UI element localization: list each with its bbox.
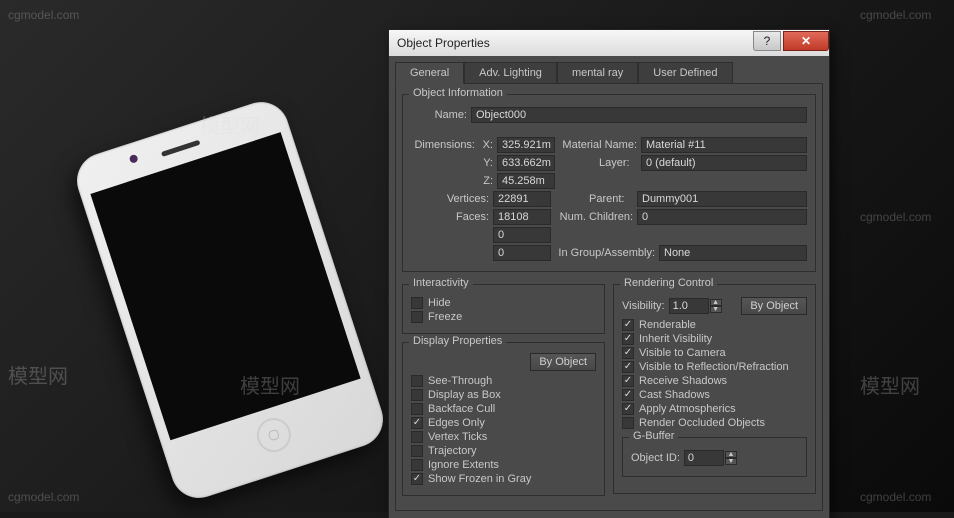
- tab-user-defined[interactable]: User Defined: [638, 62, 732, 84]
- g-buffer-group: G-Buffer Object ID: ▲▼: [622, 437, 807, 477]
- group-title: G-Buffer: [629, 430, 678, 442]
- dialog-titlebar[interactable]: Object Properties ? ✕: [389, 30, 829, 56]
- vertex-ticks-checkbox[interactable]: Vertex Ticks: [411, 431, 596, 443]
- spin-up-icon[interactable]: ▲: [725, 451, 737, 458]
- object-id-spinner[interactable]: ▲▼: [684, 450, 737, 466]
- interactivity-group: Interactivity Hide Freeze: [402, 284, 605, 334]
- visibility-spinner[interactable]: ▲▼: [669, 298, 722, 314]
- name-label: Name:: [411, 109, 467, 121]
- cast-shadows-checkbox[interactable]: Cast Shadows: [622, 389, 807, 401]
- renderable-checkbox[interactable]: Renderable: [622, 319, 807, 331]
- dim-z: 45.258m: [497, 173, 555, 189]
- ignore-extents-checkbox[interactable]: Ignore Extents: [411, 459, 596, 471]
- display-by-object-button[interactable]: By Object: [530, 353, 596, 371]
- in-group-label: In Group/Assembly:: [555, 247, 655, 259]
- dialog-title: Object Properties: [397, 36, 490, 50]
- spin-up-icon[interactable]: ▲: [710, 299, 722, 306]
- dimensions-label: Dimensions:: [411, 139, 475, 151]
- tab-adv-lighting[interactable]: Adv. Lighting: [464, 62, 557, 84]
- parent-label: Parent:: [555, 193, 633, 205]
- edges-only-checkbox[interactable]: Edges Only: [411, 417, 596, 429]
- spin-down-icon[interactable]: ▼: [710, 306, 722, 313]
- freeze-checkbox[interactable]: Freeze: [411, 311, 596, 323]
- hide-checkbox[interactable]: Hide: [411, 297, 596, 309]
- object-properties-dialog: Object Properties ? ✕ General Adv. Light…: [389, 30, 829, 518]
- tab-mental-ray[interactable]: mental ray: [557, 62, 638, 84]
- extra-value-1: 0: [493, 227, 551, 243]
- rendering-by-object-button[interactable]: By Object: [741, 297, 807, 315]
- receive-shadows-checkbox[interactable]: Receive Shadows: [622, 375, 807, 387]
- tab-general[interactable]: General: [395, 62, 464, 84]
- visibility-label: Visibility:: [622, 300, 665, 312]
- close-button[interactable]: ✕: [783, 31, 829, 51]
- x-label: X:: [479, 139, 493, 151]
- help-button[interactable]: ?: [753, 31, 781, 51]
- object-information-group: Object Information Name: Object000 Dimen…: [402, 94, 816, 272]
- layer-label: Layer:: [559, 157, 637, 169]
- y-label: Y:: [479, 157, 493, 169]
- material-label: Material Name:: [559, 139, 637, 151]
- vertices-value: 22891: [493, 191, 551, 207]
- parent-value: Dummy001: [637, 191, 807, 207]
- faces-value: 18108: [493, 209, 551, 225]
- visible-to-camera-checkbox[interactable]: Visible to Camera: [622, 347, 807, 359]
- phone-model: [70, 95, 390, 505]
- visible-to-reflection-checkbox[interactable]: Visible to Reflection/Refraction: [622, 361, 807, 373]
- display-as-box-checkbox[interactable]: Display as Box: [411, 389, 596, 401]
- layer-name: 0 (default): [641, 155, 807, 171]
- render-occluded-checkbox[interactable]: Render Occluded Objects: [622, 417, 807, 429]
- group-title: Object Information: [409, 87, 507, 99]
- children-label: Num. Children:: [555, 211, 633, 223]
- z-label: Z:: [479, 175, 493, 187]
- material-name: Material #11: [641, 137, 807, 153]
- backface-cull-checkbox[interactable]: Backface Cull: [411, 403, 596, 415]
- faces-label: Faces:: [411, 211, 489, 223]
- trajectory-checkbox[interactable]: Trajectory: [411, 445, 596, 457]
- show-frozen-checkbox[interactable]: Show Frozen in Gray: [411, 473, 596, 485]
- children-value: 0: [637, 209, 807, 225]
- tab-content: Object Information Name: Object000 Dimen…: [395, 83, 823, 511]
- display-properties-group: Display Properties By Object See-Through…: [402, 342, 605, 496]
- visibility-input[interactable]: [669, 298, 709, 314]
- apply-atmospherics-checkbox[interactable]: Apply Atmospherics: [622, 403, 807, 415]
- dim-y: 633.662m: [497, 155, 555, 171]
- object-id-label: Object ID:: [631, 452, 680, 464]
- tab-strip: General Adv. Lighting mental ray User De…: [389, 56, 829, 84]
- dim-x: 325.921m: [497, 137, 555, 153]
- vertices-label: Vertices:: [411, 193, 489, 205]
- inherit-visibility-checkbox[interactable]: Inherit Visibility: [622, 333, 807, 345]
- group-title: Display Properties: [409, 335, 506, 347]
- group-title: Rendering Control: [620, 277, 717, 289]
- group-title: Interactivity: [409, 277, 473, 289]
- rendering-control-group: Rendering Control Visibility: ▲▼ By Obje…: [613, 284, 816, 494]
- spin-down-icon[interactable]: ▼: [725, 458, 737, 465]
- name-field[interactable]: Object000: [471, 107, 807, 123]
- object-id-input[interactable]: [684, 450, 724, 466]
- see-through-checkbox[interactable]: See-Through: [411, 375, 596, 387]
- extra-value-2: 0: [493, 245, 551, 261]
- in-group-value: None: [659, 245, 807, 261]
